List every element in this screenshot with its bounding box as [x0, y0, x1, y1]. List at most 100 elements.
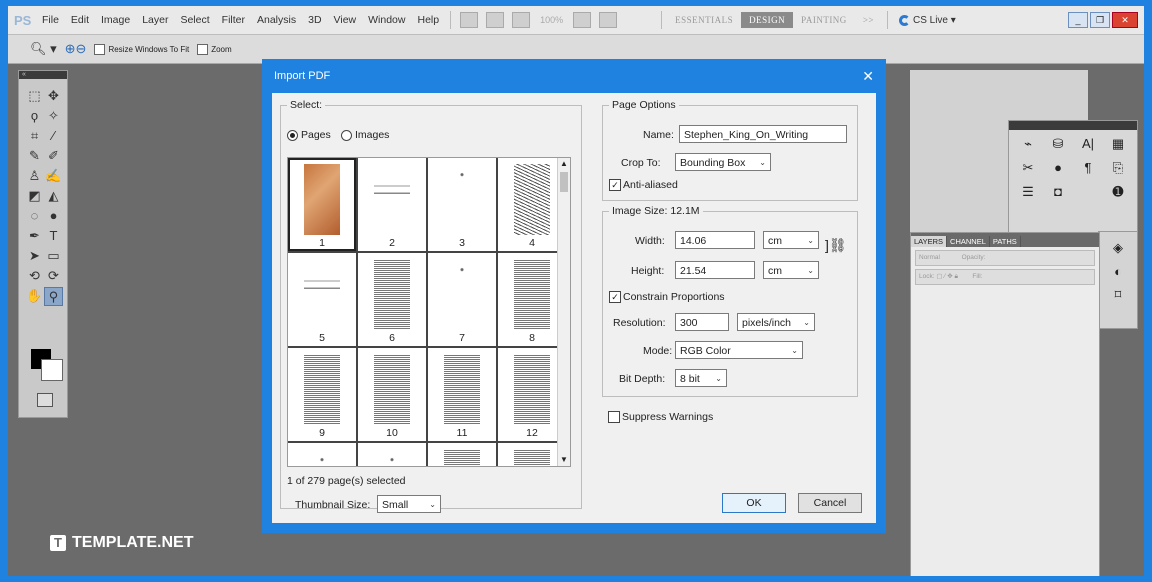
zoom-tool-icon[interactable]: 🔍︎ ▾: [30, 41, 57, 57]
pages-radio[interactable]: Pages: [287, 129, 331, 141]
crop-tool-icon[interactable]: ⌗: [25, 127, 44, 144]
page-thumbnail[interactable]: 6: [358, 253, 426, 346]
page-thumbnails[interactable]: 1 2 3 4 5 6 7 8 9 10 11 12 ▲ ▼: [287, 157, 571, 467]
menu-filter[interactable]: Filter: [216, 14, 251, 26]
hand-tool-icon[interactable]: ✋: [25, 287, 44, 304]
mini-bridge-icon[interactable]: [486, 12, 505, 28]
tool-presets-icon[interactable]: ✂: [1013, 160, 1043, 176]
workspace-essentials[interactable]: ESSENTIALS: [667, 15, 741, 25]
menu-help[interactable]: Help: [411, 14, 445, 26]
zoom-in-out-icon[interactable]: ⊕⊖: [65, 41, 87, 57]
menu-window[interactable]: Window: [362, 14, 411, 26]
thumbnail-size-select[interactable]: Small ⌄: [377, 495, 441, 513]
adjustments-icon[interactable]: ◐: [1099, 264, 1137, 279]
page-thumbnail[interactable]: 11: [428, 348, 496, 441]
height-field[interactable]: 21.54: [675, 261, 755, 279]
menu-file[interactable]: File: [36, 14, 65, 26]
bridge-icon[interactable]: [460, 12, 479, 28]
color-icon[interactable]: ●: [1043, 160, 1073, 176]
clone-source-icon[interactable]: ⛁: [1043, 136, 1073, 152]
close-icon[interactable]: ✕: [862, 59, 874, 93]
resolution-field[interactable]: 300: [675, 313, 729, 331]
panel-dock-header[interactable]: [1009, 121, 1137, 130]
3d-rotate-icon[interactable]: ⟲: [25, 267, 44, 284]
images-radio[interactable]: Images: [341, 129, 389, 141]
gradient-tool-icon[interactable]: ◭: [44, 187, 63, 204]
scroll-down-icon[interactable]: ▼: [558, 454, 570, 466]
mode-select[interactable]: RGB Color ⌄: [675, 341, 803, 359]
constrain-proportions-check[interactable]: ✓: [609, 291, 621, 304]
page-thumbnail[interactable]: [288, 443, 356, 466]
masks-icon[interactable]: ◘: [1043, 184, 1073, 200]
menu-layer[interactable]: Layer: [136, 14, 174, 26]
page-thumbnail[interactable]: 9: [288, 348, 356, 441]
scroll-thumb[interactable]: [560, 172, 568, 192]
menu-edit[interactable]: Edit: [65, 14, 95, 26]
zoom-all-checkbox[interactable]: [197, 43, 209, 55]
paths-icon[interactable]: ⌑: [1099, 287, 1137, 303]
resolution-unit-select[interactable]: pixels/inch ⌄: [737, 313, 815, 331]
navigator-icon[interactable]: ➊: [1103, 184, 1133, 200]
workspace-design[interactable]: DESIGN: [741, 12, 794, 28]
menu-analysis[interactable]: Analysis: [251, 14, 302, 26]
page-thumbnail[interactable]: [428, 443, 496, 466]
cancel-button[interactable]: Cancel: [798, 493, 862, 513]
tab-paths[interactable]: PATHS: [990, 236, 1021, 247]
resize-windows-checkbox[interactable]: [94, 43, 106, 55]
stamp-tool-icon[interactable]: ♙: [25, 167, 44, 184]
blend-mode-select[interactable]: Normal Opacity:: [915, 250, 1095, 266]
page-thumbnail[interactable]: 5: [288, 253, 356, 346]
layers-icon[interactable]: ◈: [1099, 240, 1137, 256]
menu-3d[interactable]: 3D: [302, 14, 327, 26]
pen-tool-icon[interactable]: ✒: [25, 227, 44, 244]
anti-aliased-check[interactable]: ✓: [609, 179, 621, 192]
background-color[interactable]: [41, 359, 63, 381]
tab-layers[interactable]: LAYERS: [911, 236, 948, 247]
quick-mask-icon[interactable]: [37, 393, 53, 407]
magic-wand-icon[interactable]: ✧: [44, 107, 63, 124]
tools-panel-header[interactable]: «: [19, 71, 67, 79]
page-thumbnail[interactable]: 4: [498, 158, 566, 251]
type-tool-icon[interactable]: T: [44, 227, 63, 244]
restore-button[interactable]: ❐: [1090, 12, 1110, 28]
healing-brush-icon[interactable]: ✎: [25, 147, 44, 164]
dodge-tool-icon[interactable]: ●: [44, 207, 63, 224]
eyedropper-icon[interactable]: ⁄: [44, 127, 63, 144]
lock-row[interactable]: Lock: ▢ ⁄ ✥ 🔒︎ Fill:: [915, 269, 1095, 285]
character-icon[interactable]: A|: [1073, 136, 1103, 152]
marquee-tool-icon[interactable]: ⬚: [25, 87, 44, 104]
info-icon[interactable]: ▦: [1103, 136, 1133, 152]
styles-icon[interactable]: ⎘: [1103, 160, 1133, 176]
anti-aliased-checkbox[interactable]: ✓ Anti-aliased: [609, 179, 678, 192]
move-tool-icon[interactable]: ✥: [44, 87, 63, 104]
page-thumbnail[interactable]: 10: [358, 348, 426, 441]
page-thumbnail[interactable]: [358, 443, 426, 466]
path-selection-icon[interactable]: ➤: [25, 247, 44, 264]
dialog-titlebar[interactable]: Import PDF ✕: [262, 59, 886, 93]
width-field[interactable]: 14.06: [675, 231, 755, 249]
workspace-painting[interactable]: PAINTING: [793, 15, 855, 25]
brush-presets-icon[interactable]: ⌁: [1013, 136, 1043, 152]
page-thumbnail[interactable]: 1: [288, 158, 356, 251]
lasso-tool-icon[interactable]: ϙ: [25, 107, 44, 124]
workspace-more[interactable]: >>: [855, 15, 882, 25]
tab-channels[interactable]: CHANNEL: [947, 236, 990, 247]
scroll-up-icon[interactable]: ▲: [558, 158, 570, 170]
crop-to-select[interactable]: Bounding Box ⌄: [675, 153, 771, 171]
suppress-warnings-check[interactable]: [608, 411, 620, 424]
height-unit-select[interactable]: cm ⌄: [763, 261, 819, 279]
page-thumbnail[interactable]: 12: [498, 348, 566, 441]
eraser-tool-icon[interactable]: ◩: [25, 187, 44, 204]
zoom-tool-icon[interactable]: ⚲: [44, 287, 63, 306]
screen-mode-icon[interactable]: [599, 12, 618, 28]
menu-view[interactable]: View: [328, 14, 363, 26]
blur-tool-icon[interactable]: ◌: [25, 207, 44, 224]
page-thumbnail[interactable]: [498, 443, 566, 466]
thumbnails-scrollbar[interactable]: ▲ ▼: [557, 158, 570, 466]
page-thumbnail[interactable]: 8: [498, 253, 566, 346]
constrain-proportions-checkbox[interactable]: ✓ Constrain Proportions: [609, 291, 725, 304]
pages-radio-button[interactable]: [287, 129, 298, 141]
arrange-documents-icon[interactable]: [573, 12, 592, 28]
3d-orbit-icon[interactable]: ⟳: [44, 267, 63, 284]
page-thumbnail[interactable]: 3: [428, 158, 496, 251]
